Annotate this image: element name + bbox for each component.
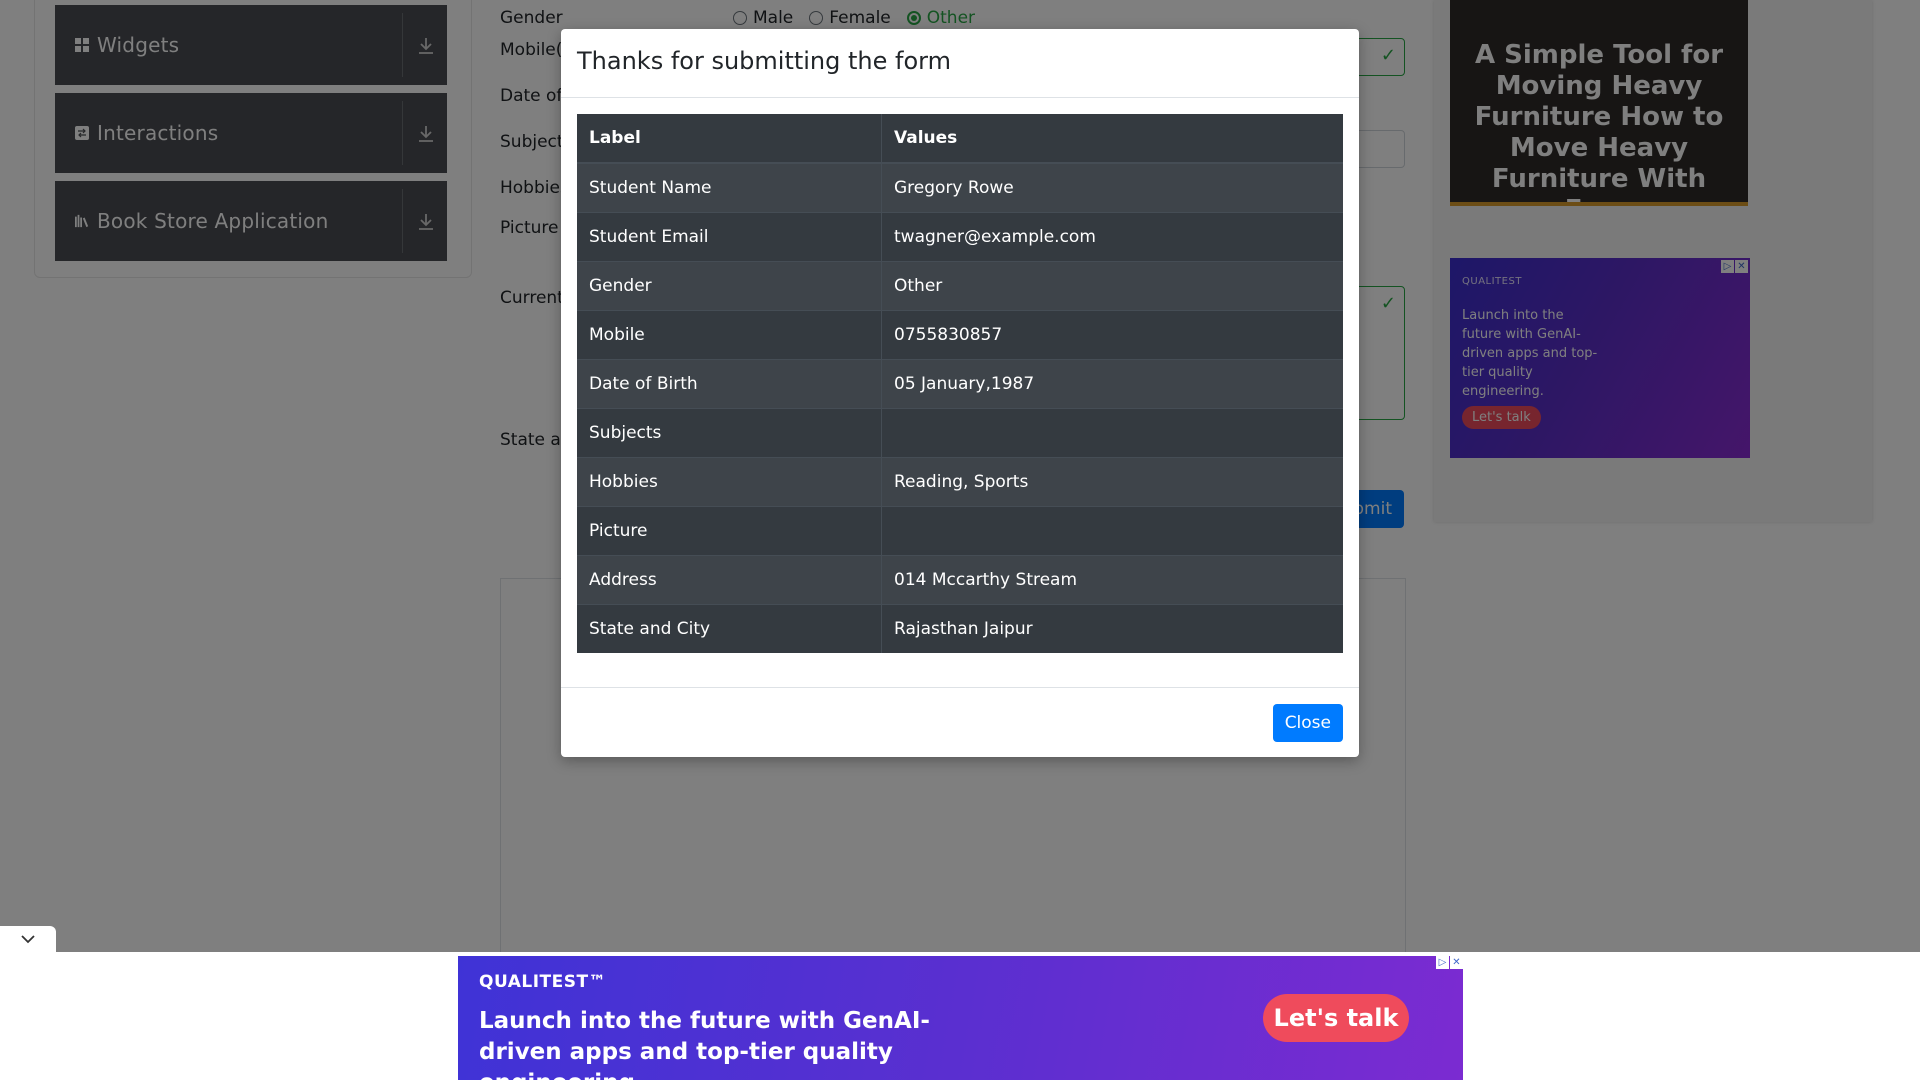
modal-title: Thanks for submitting the form [577,47,951,75]
qualitest-bottom-ad[interactable]: ▷ ✕ QUALITEST™ Launch into the future wit… [458,956,1463,1080]
table-row: Picture [577,506,1343,556]
results-table: Label Values Student Name Gregory Rowe St… [577,114,1343,653]
table-row: Student Name Gregory Rowe [577,162,1343,213]
row-label: Picture [577,506,882,556]
row-value [881,408,1343,458]
ad-info-icon[interactable]: ▷ [1436,956,1449,969]
collapse-ad-tab[interactable] [0,926,56,952]
modal-footer: Close [561,687,1359,758]
row-value: 0755830857 [881,310,1343,360]
row-label: State and City [577,604,882,653]
table-row: Hobbies Reading, Sports [577,457,1343,507]
table-row: Subjects [577,408,1343,458]
submission-modal: Thanks for submitting the form Label Val… [561,29,1359,757]
ad-close-icon[interactable]: ✕ [1450,956,1463,969]
table-row: Gender Other [577,261,1343,311]
chevron-down-icon [21,935,35,944]
table-row: State and City Rajasthan Jaipur [577,604,1343,653]
row-label: Student Name [577,162,882,213]
row-label: Gender [577,261,882,311]
column-header-label: Label [577,114,882,164]
table-row: Address 014 Mccarthy Stream [577,555,1343,605]
modal-header: Thanks for submitting the form [561,29,1359,98]
table-row: Date of Birth 05 January,1987 [577,359,1343,409]
ad-cta-button[interactable]: Let's talk [1263,994,1409,1042]
column-header-values: Values [881,114,1343,164]
row-label: Student Email [577,212,882,262]
row-value: Gregory Rowe [881,162,1343,213]
row-value: twagner@example.com [881,212,1343,262]
modal-body: Label Values Student Name Gregory Rowe St… [577,114,1343,653]
row-value: 014 Mccarthy Stream [881,555,1343,605]
row-label: Subjects [577,408,882,458]
close-button[interactable]: Close [1272,704,1343,742]
ad-choices[interactable]: ▷✕ [1436,956,1463,969]
row-label: Address [577,555,882,605]
row-value: 05 January,1987 [881,359,1343,409]
bottom-ad-container: ▷ ✕ QUALITEST™ Launch into the future wit… [0,952,1920,1080]
table-row: Student Email twagner@example.com [577,212,1343,262]
table-row: Mobile 0755830857 [577,310,1343,360]
row-value: Other [881,261,1343,311]
row-label: Mobile [577,310,882,360]
ad-brand: QUALITEST™ [479,972,607,992]
table-header-row: Label Values [577,114,1343,164]
ad-message: Launch into the future with GenAI-driven… [479,1008,930,1080]
row-value: Reading, Sports [881,457,1343,507]
row-label: Date of Birth [577,359,882,409]
row-value: Rajasthan Jaipur [881,604,1343,653]
row-value [881,506,1343,556]
row-label: Hobbies [577,457,882,507]
